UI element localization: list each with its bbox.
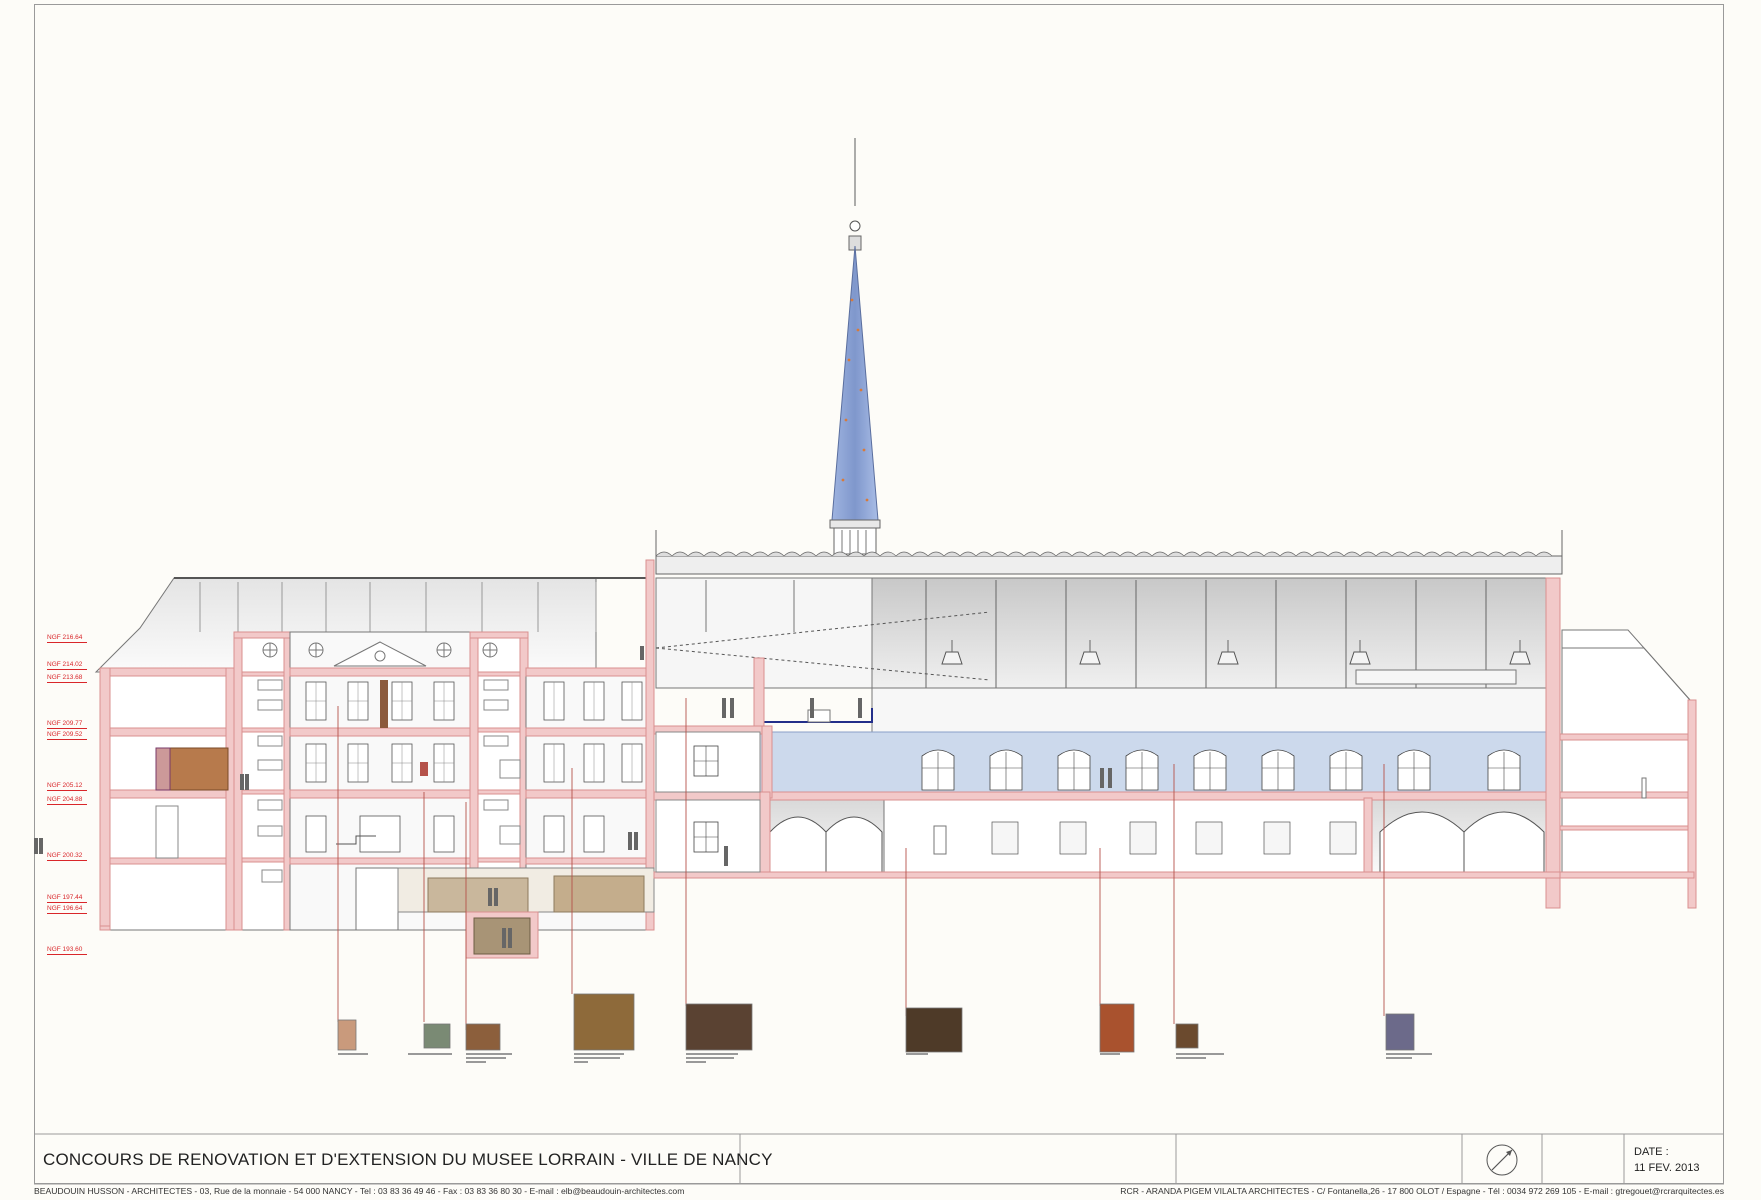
artwork-captions bbox=[338, 1053, 1432, 1063]
ground-slab bbox=[99, 925, 111, 931]
section-drawing bbox=[34, 138, 1724, 1185]
level-marker: NGF 205.12 bbox=[47, 782, 87, 791]
drawing-sheet: CONCOURS DE RENOVATION ET D'EXTENSION DU… bbox=[0, 0, 1761, 1200]
right-annex bbox=[1559, 629, 1697, 909]
project-title: CONCOURS DE RENOVATION ET D'EXTENSION DU… bbox=[43, 1150, 773, 1169]
level-marker: NGF 209.77 bbox=[47, 720, 87, 729]
level-marker: NGF 200.32 bbox=[47, 852, 87, 861]
footer-left-credits: BEAUDOUIN HUSSON - ARCHITECTES - 03, Rue… bbox=[34, 1186, 685, 1196]
level-marker: NGF 213.68 bbox=[47, 674, 87, 683]
level-marker: NGF 197.44 bbox=[47, 894, 87, 903]
level-marker: NGF 216.64 bbox=[47, 634, 87, 643]
spire bbox=[829, 138, 881, 555]
great-hall bbox=[653, 530, 1563, 909]
footer-right-credits: RCR - ARANDA PIGEM VILALTA ARCHITECTES -… bbox=[1120, 1186, 1724, 1196]
date-value: 11 FEV. 2013 bbox=[1634, 1162, 1700, 1174]
level-marker: NGF 214.02 bbox=[47, 661, 87, 670]
level-marker: NGF 204.88 bbox=[47, 796, 87, 805]
north-arrow-icon bbox=[1486, 1144, 1518, 1176]
date-label: DATE : bbox=[1634, 1146, 1669, 1158]
level-marker: NGF 193.60 bbox=[47, 946, 87, 955]
artwork-thumbnails bbox=[337, 993, 1415, 1053]
level-marker: NGF 209.52 bbox=[47, 731, 87, 740]
level-marker: NGF 196.64 bbox=[47, 905, 87, 914]
